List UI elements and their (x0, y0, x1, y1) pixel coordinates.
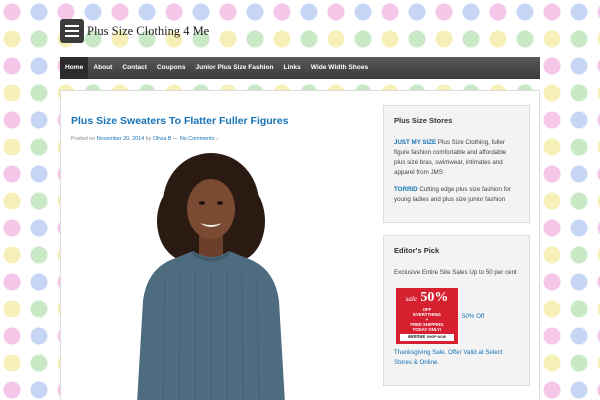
shop-now[interactable]: SHOP NOW (427, 335, 446, 339)
woman-in-sweater-photo (137, 153, 285, 400)
editors-pick-intro: Exclusive Entire Site Sales Up to 50 per… (394, 268, 517, 276)
avenue-sale-banner[interactable]: sale 50% OFF EVERYTHING + FREE SHIPPING … (396, 288, 458, 345)
ad-row: sale 50% OFF EVERYTHING + FREE SHIPPING … (394, 288, 519, 345)
post-title[interactable]: Plus Size Sweaters To Flatter Fuller Fig… (71, 115, 288, 127)
meta-separator: — (172, 136, 179, 142)
nav-item-about[interactable]: About (88, 57, 117, 79)
store-entry-jms: JUST MY SIZE Plus Size Clothing, fuller … (394, 138, 519, 178)
ad-sale-percent: sale 50% (405, 290, 449, 306)
by-label: by (145, 136, 152, 142)
main-navigation: Home About Contact Coupons Junior Plus S… (60, 57, 540, 79)
posted-on-label: Posted on (71, 136, 96, 142)
post-featured-image[interactable] (125, 151, 297, 400)
editors-pick-row: Exclusive Entire Site Sales Up to 50 per… (394, 268, 519, 288)
widget-title-plus-size-stores: Plus Size Stores (394, 116, 453, 125)
editors-pick-sale-text: Thanksgiving Sale. Offer Valid at Select… (394, 348, 519, 368)
widget-title-editors-pick: Editor's Pick (394, 245, 440, 255)
comments-link[interactable]: No Comments ↓ (180, 136, 219, 142)
editors-pick-text: Exclusive Entire Site Sales Up to 50 per… (394, 268, 519, 288)
hamburger-menu-icon[interactable] (60, 19, 84, 43)
ad-brand: avenue SHOP NOW (400, 334, 454, 342)
site-title[interactable]: Plus Size Clothing 4 Me (87, 24, 209, 39)
editors-pick-widget: Editor's Pick Exclusive Entire Site Sale… (383, 234, 530, 387)
post-meta: Posted on November 20, 2014 by Olivia B … (71, 136, 218, 142)
torrid-link[interactable]: TORRID (394, 186, 418, 193)
ad-today-only: TODAY ONLY! (412, 327, 442, 333)
nav-item-junior-plus-size-fashion[interactable]: Junior Plus Size Fashion (191, 57, 279, 79)
plus-size-stores-widget: Plus Size Stores JUST MY SIZE Plus Size … (383, 105, 530, 223)
post-date-link[interactable]: November 20, 2014 (97, 136, 144, 142)
just-my-size-link[interactable]: JUST MY SIZE (394, 139, 436, 146)
store-entry-torrid: TORRID Cutting edge plus size fashion fo… (394, 185, 519, 205)
author-link[interactable]: Olivia B (153, 136, 172, 142)
nav-item-home[interactable]: Home (60, 57, 89, 79)
thanksgiving-sale-link[interactable]: Thanksgiving Sale. Offer Valid at Select… (394, 349, 502, 366)
sidebar: Plus Size Stores JUST MY SIZE Plus Size … (383, 105, 530, 398)
nav-item-wide-width-shoes[interactable]: Wide Width Shoes (306, 57, 373, 79)
nav-item-links[interactable]: Links (279, 57, 306, 79)
nav-item-coupons[interactable]: Coupons (152, 57, 191, 79)
site-header: Plus Size Clothing 4 Me (60, 18, 209, 44)
avenue-logo: avenue (407, 334, 426, 341)
nav-item-contact[interactable]: Contact (117, 57, 152, 79)
fifty-percent-off-link[interactable]: 50% Off (462, 313, 484, 320)
content-area: Plus Size Sweaters To Flatter Fuller Fig… (60, 90, 540, 400)
